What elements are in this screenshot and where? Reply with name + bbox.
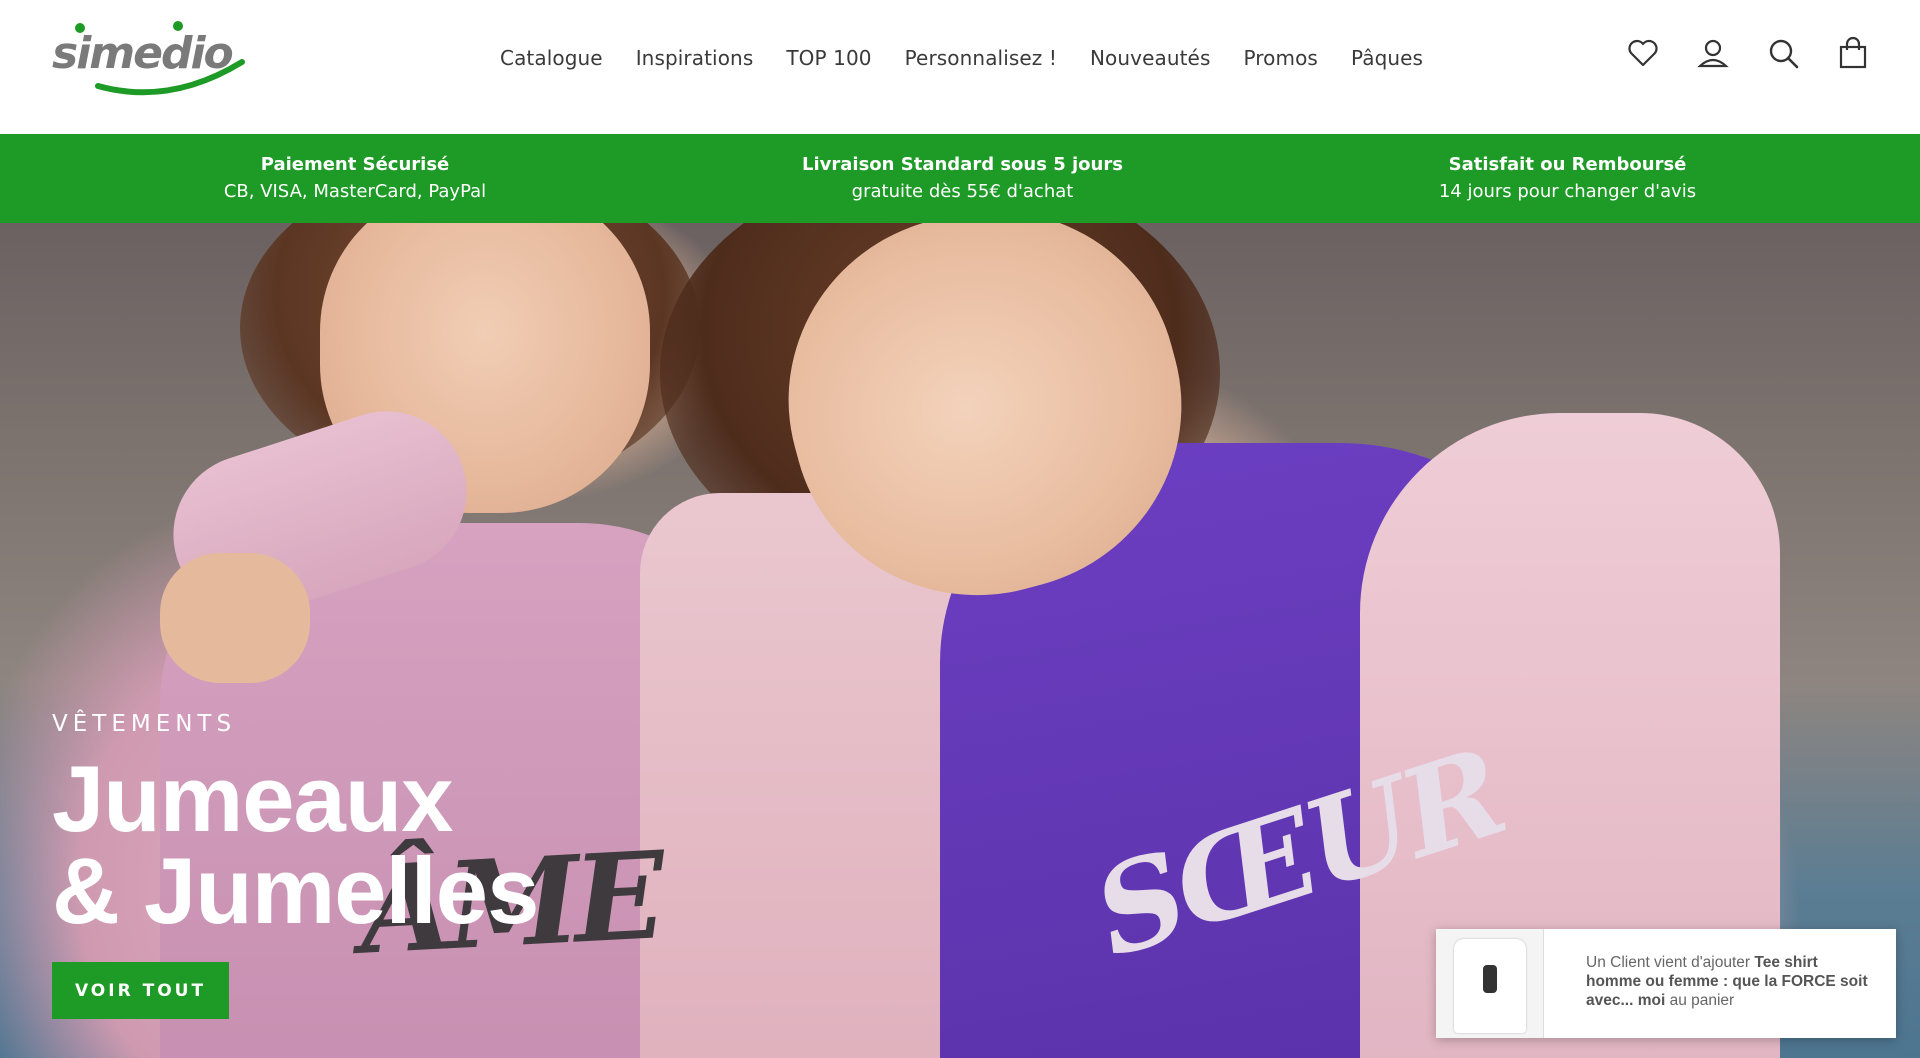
heart-icon[interactable] xyxy=(1626,36,1660,70)
trust-title: Paiement Sécurisé xyxy=(260,153,450,175)
nav-item-paques[interactable]: Pâques xyxy=(1351,46,1423,70)
hero-title: Jumeaux & Jumelles xyxy=(52,752,539,938)
logo[interactable]: simedio xyxy=(50,18,250,98)
trust-title: Livraison Standard sous 5 jours xyxy=(802,153,1123,175)
tshirt-print-figure xyxy=(1483,965,1497,993)
nav-item-inspirations[interactable]: Inspirations xyxy=(636,46,754,70)
nav-item-personnalisez[interactable]: Personnalisez ! xyxy=(905,46,1057,70)
trust-subtitle: CB, VISA, MasterCard, PayPal xyxy=(223,180,487,202)
site-header: simedio Catalogue Inspirations TOP 100 P… xyxy=(0,0,1920,134)
hero-eyebrow: VÊTEMENTS xyxy=(52,711,237,737)
search-icon[interactable] xyxy=(1766,36,1800,70)
nav-item-nouveautes[interactable]: Nouveautés xyxy=(1090,46,1211,70)
header-icons xyxy=(1626,36,1870,70)
cart-icon[interactable] xyxy=(1836,36,1870,70)
nav-item-catalogue[interactable]: Catalogue xyxy=(500,46,603,70)
main-nav: Catalogue Inspirations TOP 100 Personnal… xyxy=(500,0,1456,116)
toast-suffix: au panier xyxy=(1665,992,1735,1009)
cart-activity-toast[interactable]: Un Client vient d'ajouter Tee shirt homm… xyxy=(1436,929,1896,1038)
trust-subtitle: 14 jours pour changer d'avis xyxy=(1438,180,1697,202)
hero-title-line1: Jumeaux xyxy=(52,746,454,851)
toast-prefix: Un Client vient d'ajouter xyxy=(1586,954,1755,971)
nav-item-top100[interactable]: TOP 100 xyxy=(786,46,871,70)
nav-item-promos[interactable]: Promos xyxy=(1243,46,1317,70)
hero-photo-hand xyxy=(160,553,310,683)
voir-tout-button[interactable]: VOIR TOUT xyxy=(52,962,229,1019)
trust-item-payment: Paiement Sécurisé CB, VISA, MasterCard, … xyxy=(0,134,710,223)
simedio-logo: simedio xyxy=(52,21,245,96)
svg-text:simedio: simedio xyxy=(52,28,233,79)
trust-item-refund: Satisfait ou Remboursé 14 jours pour cha… xyxy=(1215,134,1920,223)
trust-bar: Paiement Sécurisé CB, VISA, MasterCard, … xyxy=(0,134,1920,223)
account-icon[interactable] xyxy=(1696,36,1730,70)
hero-title-line2: & Jumelles xyxy=(52,838,539,943)
trust-title: Satisfait ou Remboursé xyxy=(1448,153,1687,175)
toast-message: Un Client vient d'ajouter Tee shirt homm… xyxy=(1586,953,1876,1010)
trust-item-delivery: Livraison Standard sous 5 jours gratuite… xyxy=(710,134,1215,223)
product-thumbnail xyxy=(1436,929,1544,1038)
trust-subtitle: gratuite dès 55€ d'achat xyxy=(851,180,1074,202)
